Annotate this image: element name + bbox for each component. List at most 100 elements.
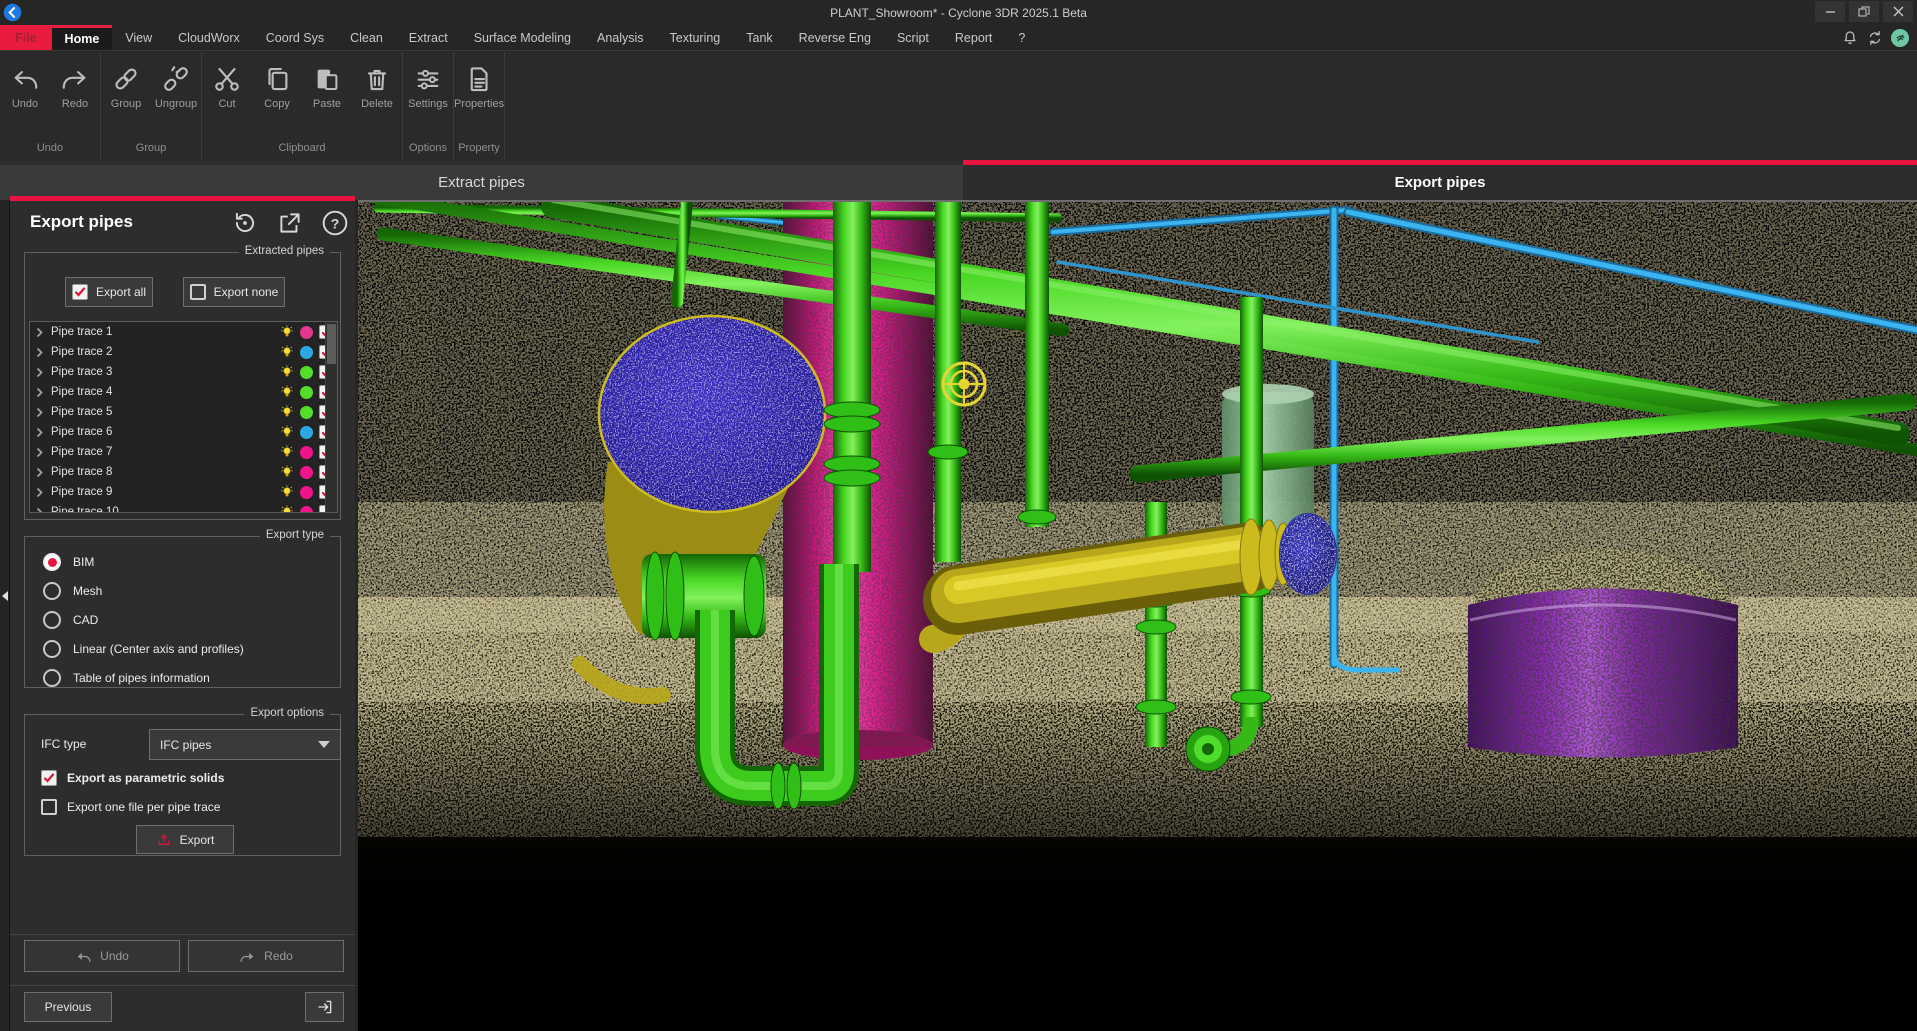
- visibility-bulb-icon[interactable]: [280, 465, 294, 479]
- menu-reverse-eng[interactable]: Reverse Eng: [786, 25, 884, 50]
- radio-cad-circle[interactable]: [43, 611, 61, 629]
- trace-color-swatch[interactable]: [300, 426, 313, 439]
- pipe-trace-row[interactable]: Pipe trace 9: [30, 482, 337, 502]
- visibility-bulb-icon[interactable]: [280, 425, 294, 439]
- pipe-trace-row[interactable]: Pipe trace 6: [30, 422, 337, 442]
- menu-coord-sys[interactable]: Coord Sys: [253, 25, 337, 50]
- properties-button[interactable]: Properties: [454, 58, 504, 138]
- visibility-bulb-icon[interactable]: [280, 345, 294, 359]
- export-button[interactable]: Export: [136, 825, 234, 854]
- pipe-trace-row[interactable]: Pipe trace 1: [30, 322, 337, 342]
- trace-color-swatch[interactable]: [300, 326, 313, 339]
- menu-surface-modeling[interactable]: Surface Modeling: [461, 25, 584, 50]
- radio-mesh-circle[interactable]: [43, 582, 61, 600]
- expand-chevron-icon[interactable]: [36, 507, 43, 514]
- minimize-button[interactable]: [1815, 1, 1845, 22]
- export-none-button[interactable]: Export none: [183, 277, 285, 307]
- trace-color-swatch[interactable]: [300, 446, 313, 459]
- expand-chevron-icon[interactable]: [36, 367, 43, 378]
- menu-analysis[interactable]: Analysis: [584, 25, 657, 50]
- pipe-trace-list[interactable]: Pipe trace 1 Pipe trace 2 Pipe trace 3 P…: [29, 321, 338, 513]
- menu-clean[interactable]: Clean: [337, 25, 396, 50]
- menu-home[interactable]: Home: [52, 25, 113, 50]
- redo-button[interactable]: Redo: [50, 58, 100, 138]
- detach-panel-icon[interactable]: [276, 209, 304, 237]
- paste-button[interactable]: Paste: [302, 58, 352, 138]
- list-scrollbar-thumb[interactable]: [327, 324, 336, 364]
- one-file-per-trace-option[interactable]: Export one file per pipe trace: [41, 799, 220, 815]
- trace-color-swatch[interactable]: [300, 406, 313, 419]
- radio-table-circle[interactable]: [43, 669, 61, 687]
- visibility-bulb-icon[interactable]: [280, 505, 294, 513]
- radio-linear[interactable]: Linear (Center axis and profiles): [43, 640, 244, 658]
- list-scrollbar[interactable]: [325, 322, 337, 512]
- reset-history-icon[interactable]: [231, 209, 259, 237]
- export-all-button[interactable]: Export all: [65, 277, 153, 307]
- pipe-trace-row[interactable]: Pipe trace 5: [30, 402, 337, 422]
- visibility-bulb-icon[interactable]: [280, 385, 294, 399]
- menu-texturing[interactable]: Texturing: [657, 25, 734, 50]
- parametric-solids-checkbox[interactable]: [41, 770, 57, 786]
- copy-button[interactable]: Copy: [252, 58, 302, 138]
- menu-report[interactable]: Report: [942, 25, 1006, 50]
- menu-script[interactable]: Script: [884, 25, 942, 50]
- trace-color-swatch[interactable]: [300, 366, 313, 379]
- radio-bim[interactable]: BIM: [43, 553, 94, 571]
- group-button[interactable]: Group: [101, 58, 151, 138]
- menu-cloudworx[interactable]: CloudWorx: [165, 25, 253, 50]
- close-button[interactable]: [1883, 1, 1913, 22]
- delete-button[interactable]: Delete: [352, 58, 402, 138]
- settings-button[interactable]: Settings: [403, 58, 453, 138]
- ifc-type-dropdown[interactable]: IFC pipes: [149, 729, 341, 760]
- viewport-3d[interactable]: Z Y X Perspective Building: [358, 200, 1917, 1031]
- radio-linear-circle[interactable]: [43, 640, 61, 658]
- radio-mesh[interactable]: Mesh: [43, 582, 102, 600]
- sync-icon[interactable]: [1866, 29, 1884, 47]
- trace-color-swatch[interactable]: [300, 346, 313, 359]
- previous-button[interactable]: Previous: [24, 992, 112, 1022]
- pipe-trace-row[interactable]: Pipe trace 3: [30, 362, 337, 382]
- export-none-checkbox[interactable]: [190, 284, 206, 300]
- pipe-trace-row[interactable]: Pipe trace 7: [30, 442, 337, 462]
- radio-bim-circle[interactable]: [43, 553, 61, 571]
- visibility-bulb-icon[interactable]: [280, 445, 294, 459]
- restore-button[interactable]: [1849, 1, 1879, 22]
- ungroup-button[interactable]: Ungroup: [151, 58, 201, 138]
- menu-tank[interactable]: Tank: [733, 25, 785, 50]
- radio-table[interactable]: Table of pipes information: [43, 669, 210, 687]
- pipe-trace-row[interactable]: Pipe trace 8: [30, 462, 337, 482]
- expand-chevron-icon[interactable]: [36, 327, 43, 338]
- visibility-bulb-icon[interactable]: [280, 365, 294, 379]
- parametric-solids-option[interactable]: Export as parametric solids: [41, 770, 224, 786]
- cut-button[interactable]: Cut: [202, 58, 252, 138]
- expand-chevron-icon[interactable]: [36, 387, 43, 398]
- tab-extract-pipes[interactable]: Extract pipes: [0, 165, 963, 200]
- trace-color-swatch[interactable]: [300, 466, 313, 479]
- exit-dialog-button[interactable]: [305, 992, 344, 1022]
- help-icon[interactable]: ?: [321, 209, 349, 237]
- expand-chevron-icon[interactable]: [36, 487, 43, 498]
- export-all-checkbox[interactable]: [72, 284, 88, 300]
- menu-help[interactable]: ?: [1005, 25, 1038, 50]
- expand-chevron-icon[interactable]: [36, 447, 43, 458]
- panel-undo-button[interactable]: Undo: [24, 940, 180, 972]
- visibility-bulb-icon[interactable]: [280, 325, 294, 339]
- menu-extract[interactable]: Extract: [396, 25, 461, 50]
- panel-redo-button[interactable]: Redo: [188, 940, 344, 972]
- visibility-bulb-icon[interactable]: [280, 405, 294, 419]
- expand-chevron-icon[interactable]: [36, 467, 43, 478]
- expand-chevron-icon[interactable]: [36, 347, 43, 358]
- trace-color-swatch[interactable]: [300, 486, 313, 499]
- one-file-per-trace-checkbox[interactable]: [41, 799, 57, 815]
- menu-view[interactable]: View: [112, 25, 165, 50]
- collapse-panel-arrow-icon[interactable]: [1, 590, 9, 602]
- pipe-trace-row[interactable]: Pipe trace 2: [30, 342, 337, 362]
- menu-file[interactable]: File: [0, 25, 52, 50]
- tab-export-pipes[interactable]: Export pipes: [963, 160, 1917, 200]
- visibility-bulb-icon[interactable]: [280, 485, 294, 499]
- undo-button[interactable]: Undo: [0, 58, 50, 138]
- trace-color-swatch[interactable]: [300, 386, 313, 399]
- radio-cad[interactable]: CAD: [43, 611, 98, 629]
- pipe-trace-row[interactable]: Pipe trace 10: [30, 502, 337, 513]
- account-status-icon[interactable]: [1891, 29, 1909, 47]
